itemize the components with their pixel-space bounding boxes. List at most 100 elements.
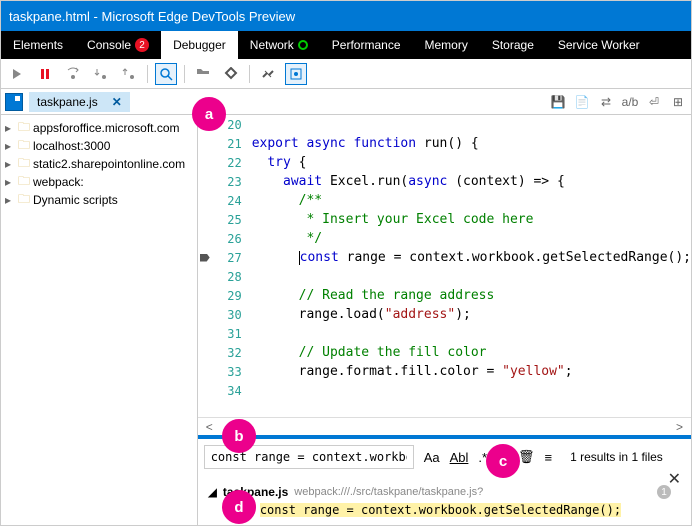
collapse-results-button[interactable]: ≡ (542, 449, 554, 466)
code-line[interactable]: 24 /** (198, 191, 691, 210)
match-whole-word-button[interactable]: Abl (448, 449, 471, 466)
code-text: range.format.fill.color = "yellow"; (252, 364, 573, 379)
code-line[interactable]: 34 (198, 381, 691, 400)
window-title: taskpane.html - Microsoft Edge DevTools … (9, 9, 295, 24)
line-number[interactable]: 27 (198, 251, 252, 265)
close-file-button[interactable]: ✕ (112, 95, 122, 109)
tree-item-label: static2.sharepointonline.com (33, 157, 185, 171)
line-number[interactable]: 25 (198, 213, 252, 227)
continue-button[interactable] (7, 64, 27, 84)
code-line[interactable]: 25 * Insert your Excel code here (198, 210, 691, 229)
line-number[interactable]: 23 (198, 175, 252, 189)
search-result-file[interactable]: ◢ taskpane.js webpack:///./src/taskpane/… (208, 485, 681, 499)
expand-arrow-icon: ▸ (5, 139, 15, 153)
file-tab-strip: taskpane.js ✕ 💾 📄 ⇄ a/b ⏎ ⊞ (1, 89, 691, 115)
file-picker-icon[interactable] (5, 93, 23, 111)
line-number[interactable]: 33 (198, 365, 252, 379)
tree-item[interactable]: ▸🗀localhost:3000 (3, 137, 195, 155)
search-input[interactable] (204, 445, 414, 469)
tree-item[interactable]: ▸🗀webpack: (3, 173, 195, 191)
tab-debugger[interactable]: Debugger (161, 31, 238, 59)
code-line[interactable]: 20 (198, 115, 691, 134)
search-results-count: 1 results in 1 files (570, 450, 663, 464)
console-error-badge: 2 (135, 38, 149, 52)
line-number[interactable]: 22 (198, 156, 252, 170)
options-icon[interactable]: ⊞ (669, 93, 687, 111)
code-line[interactable]: 29 // Read the range address (198, 286, 691, 305)
line-number[interactable]: 24 (198, 194, 252, 208)
regex-button[interactable]: .* (476, 449, 489, 466)
tree-item[interactable]: ▸🗀Dynamic scripts (3, 191, 195, 209)
scroll-right-icon[interactable]: > (676, 420, 683, 434)
code-text: */ (252, 231, 322, 246)
dom-breakpoint-button[interactable] (286, 64, 306, 84)
search-result-line[interactable]: (27) const range = context.workbook.getS… (208, 503, 681, 517)
line-number[interactable]: 26 (198, 232, 252, 246)
code-text: const range = context.workbook.getSelect… (252, 250, 691, 265)
line-number[interactable]: 28 (198, 270, 252, 284)
tree-item-label: webpack: (33, 175, 84, 189)
line-number[interactable]: 20 (198, 118, 252, 132)
code-line[interactable]: 27 const range = context.workbook.getSel… (198, 248, 691, 267)
break-on-exception-button[interactable] (193, 64, 213, 84)
breakpoint-marker[interactable] (200, 254, 210, 262)
code-line[interactable]: 31 (198, 324, 691, 343)
tab-performance[interactable]: Performance (320, 31, 413, 59)
code-line[interactable]: 23 await Excel.run(async (context) => { (198, 172, 691, 191)
tab-storage[interactable]: Storage (480, 31, 546, 59)
close-search-button[interactable]: ✕ (668, 469, 681, 489)
folder-icon: 🗀 (18, 190, 30, 211)
tree-item[interactable]: ▸🗀static2.sharepointonline.com (3, 155, 195, 173)
clear-search-button[interactable]: 🗑 (516, 448, 537, 466)
expand-arrow-icon: ▸ (5, 193, 15, 207)
network-recording-icon (298, 40, 308, 50)
code-line[interactable]: 22 try { (198, 153, 691, 172)
match-case-button[interactable]: Aa (422, 449, 442, 466)
code-line[interactable]: 21export async function run() { (198, 134, 691, 153)
code-text: // Update the fill color (252, 345, 487, 360)
code-editor[interactable]: 2021export async function run() {22 try … (198, 115, 691, 417)
line-number[interactable]: 29 (198, 289, 252, 303)
compare-icon[interactable]: ⇄ (597, 93, 615, 111)
code-text: // Read the range address (252, 288, 495, 303)
code-line[interactable]: 30 range.load("address"); (198, 305, 691, 324)
tab-memory[interactable]: Memory (413, 31, 480, 59)
search-panel: Aa Abl .* ↻ 🗑 ≡ 1 results in 1 files ✕ ◢… (198, 435, 691, 525)
tab-console[interactable]: Console 2 (75, 31, 161, 59)
scroll-left-icon[interactable]: < (206, 420, 213, 434)
line-number[interactable]: 32 (198, 346, 252, 360)
pretty-print-icon[interactable]: a/b (621, 93, 639, 111)
editor-right-tools: 💾 📄 ⇄ a/b ⏎ ⊞ (549, 93, 687, 111)
tree-item-label: Dynamic scripts (33, 193, 118, 207)
word-wrap-icon[interactable]: ⏎ (645, 93, 663, 111)
step-out-button[interactable] (119, 64, 139, 84)
tree-item[interactable]: ▸🗀appsforoffice.microsoft.com (3, 119, 195, 137)
code-line[interactable]: 28 (198, 267, 691, 286)
expand-arrow-icon: ▸ (5, 121, 15, 135)
line-number[interactable]: 21 (198, 137, 252, 151)
code-text: try { (252, 155, 307, 170)
refresh-search-button[interactable]: ↻ (495, 448, 510, 466)
disconnect-button[interactable] (258, 64, 278, 84)
horizontal-scrollbar[interactable]: < > (198, 417, 691, 435)
expand-arrow-icon: ▸ (5, 175, 15, 189)
line-number[interactable]: 31 (198, 327, 252, 341)
save-icon[interactable]: 💾 (549, 93, 567, 111)
step-over-button[interactable] (91, 64, 111, 84)
file-tab-taskpane[interactable]: taskpane.js ✕ (29, 92, 130, 112)
code-line[interactable]: 32 // Update the fill color (198, 343, 691, 362)
step-into-button[interactable] (63, 64, 83, 84)
line-number[interactable]: 30 (198, 308, 252, 322)
line-number[interactable]: 34 (198, 384, 252, 398)
save-all-icon[interactable]: 📄 (573, 93, 591, 111)
debugger-toolbar (1, 59, 691, 89)
pause-button[interactable] (35, 64, 55, 84)
tab-elements[interactable]: Elements (1, 31, 75, 59)
tab-service-workers[interactable]: Service Worker (546, 31, 652, 59)
code-line[interactable]: 26 */ (198, 229, 691, 248)
find-button[interactable] (156, 64, 176, 84)
breakpoints-button[interactable] (221, 64, 241, 84)
code-line[interactable]: 33 range.format.fill.color = "yellow"; (198, 362, 691, 381)
tree-item-label: localhost:3000 (33, 139, 110, 153)
tab-network[interactable]: Network (238, 31, 320, 59)
